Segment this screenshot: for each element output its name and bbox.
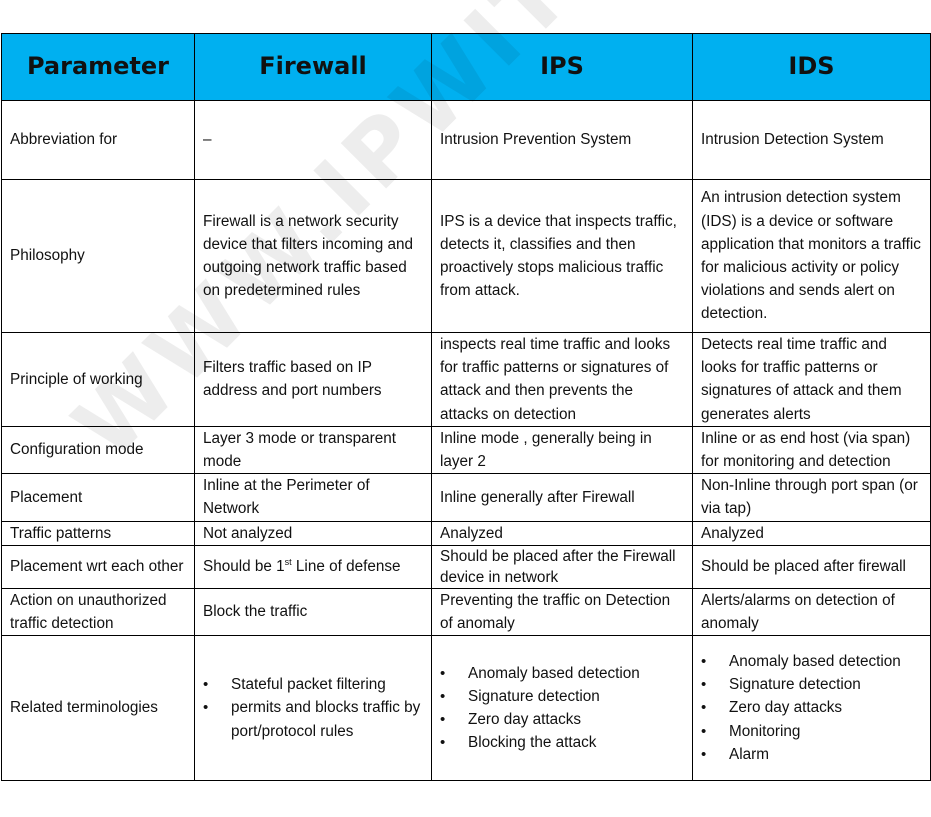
firewall-cell: Filters traffic based on IP address and … [194, 332, 432, 427]
parameter-cell: Action on unauthorized traffic detection [1, 587, 195, 637]
ids-cell: Alerts/alarms on detection of anomaly [692, 587, 931, 637]
ids-cell: Analyzed [692, 520, 931, 546]
header-ids: IDS [692, 33, 931, 101]
header-parameter: Parameter [1, 33, 195, 101]
firewall-cell: Stateful packet filtering permits and bl… [194, 635, 432, 782]
list-item: Zero day attacks [440, 708, 684, 731]
ids-cell: Inline or as end host (via span) for mon… [692, 425, 931, 475]
parameter-cell: Traffic patterns [1, 520, 195, 546]
table-row: Principle of working Filters traffic bas… [1, 332, 931, 427]
ips-cell: Anomaly based detection Signature detect… [431, 635, 693, 782]
parameter-cell: Philosophy [1, 179, 195, 333]
table-row: Placement Inline at the Perimeter of Net… [1, 473, 931, 522]
list-item: Zero day attacks [701, 696, 922, 719]
header-ips: IPS [431, 33, 693, 101]
parameter-cell: Placement [1, 473, 195, 522]
table-row: Placement wrt each other Should be 1st L… [1, 544, 931, 589]
ips-cell: Should be placed after the Firewall devi… [431, 544, 693, 589]
ips-terms-list: Anomaly based detection Signature detect… [440, 662, 684, 755]
ids-terms-list: Anomaly based detection Signature detect… [701, 650, 922, 766]
firewall-cell: Inline at the Perimeter of Network [194, 473, 432, 522]
ids-cell: Detects real time traffic and looks for … [692, 332, 931, 427]
list-item: Signature detection [440, 685, 684, 708]
parameter-cell: Configuration mode [1, 425, 195, 475]
ids-cell: Non-Inline through port span (or via tap… [692, 473, 931, 522]
list-item: Monitoring [701, 720, 922, 743]
firewall-terms-list: Stateful packet filtering permits and bl… [203, 673, 423, 743]
table-row: Related terminologies Stateful packet fi… [1, 635, 931, 782]
list-item: permits and blocks traffic by port/proto… [203, 696, 423, 742]
parameter-cell: Related terminologies [1, 635, 195, 782]
firewall-cell-text: Should be 1 [203, 558, 285, 576]
table-row: Philosophy Firewall is a network securit… [1, 179, 931, 333]
parameter-cell: Principle of working [1, 332, 195, 427]
parameter-cell: Abbreviation for [1, 100, 195, 180]
table-row: Abbreviation for – Intrusion Prevention … [1, 100, 931, 180]
ordinal-suffix: st [284, 557, 292, 568]
list-item: Stateful packet filtering [203, 673, 423, 696]
ips-cell: inspects real time traffic and looks for… [431, 332, 693, 427]
header-row: Parameter Firewall IPS IDS [1, 33, 931, 101]
list-item: Anomaly based detection [701, 650, 922, 673]
firewall-cell: Should be 1st Line of defense [194, 544, 432, 589]
firewall-cell: Block the traffic [194, 587, 432, 637]
ips-cell: Intrusion Prevention System [431, 100, 693, 180]
ips-cell: Inline mode , generally being in layer 2 [431, 425, 693, 475]
firewall-cell: Not analyzed [194, 520, 432, 546]
list-item: Signature detection [701, 673, 922, 696]
ids-cell: Should be placed after firewall [692, 544, 931, 589]
firewall-cell: – [194, 100, 432, 180]
table-row: Action on unauthorized traffic detection… [1, 587, 931, 637]
ips-cell: Inline generally after Firewall [431, 473, 693, 522]
parameter-cell: Placement wrt each other [1, 544, 195, 589]
list-item: Anomaly based detection [440, 662, 684, 685]
ids-cell: Intrusion Detection System [692, 100, 931, 180]
table-row: Configuration mode Layer 3 mode or trans… [1, 425, 931, 475]
comparison-table: Parameter Firewall IPS IDS Abbreviation … [1, 33, 931, 782]
ids-cell: An intrusion detection system (IDS) is a… [692, 179, 931, 333]
table-row: Traffic patterns Not analyzed Analyzed A… [1, 520, 931, 546]
ips-cell: IPS is a device that inspects traffic, d… [431, 179, 693, 333]
header-firewall: Firewall [194, 33, 432, 101]
list-item: Blocking the attack [440, 731, 684, 754]
ips-cell: Analyzed [431, 520, 693, 546]
ids-cell: Anomaly based detection Signature detect… [692, 635, 931, 782]
list-item: Alarm [701, 743, 922, 766]
firewall-cell: Firewall is a network security device th… [194, 179, 432, 333]
firewall-cell: Layer 3 mode or transparent mode [194, 425, 432, 475]
ips-cell: Preventing the traffic on Detection of a… [431, 587, 693, 637]
firewall-cell-text-rest: Line of defense [291, 558, 401, 576]
